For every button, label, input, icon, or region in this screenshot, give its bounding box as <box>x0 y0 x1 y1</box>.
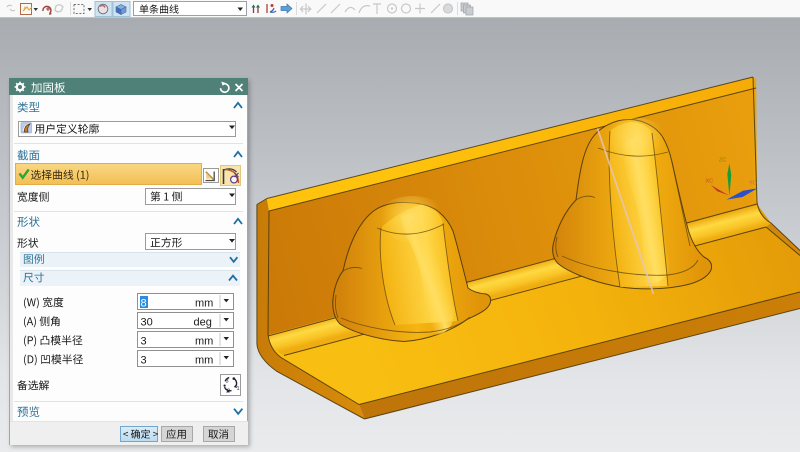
svg-text:mm: mm <box>195 298 213 310</box>
svg-text:2: 2 <box>227 389 230 395</box>
svg-text:mm: mm <box>195 336 213 348</box>
svg-text:30: 30 <box>141 317 153 329</box>
svg-text:deg: deg <box>194 317 212 329</box>
svg-text:8: 8 <box>141 298 147 310</box>
svg-text:3: 3 <box>226 379 229 385</box>
svg-text:1: 1 <box>237 386 240 392</box>
svg-text:3: 3 <box>141 336 147 348</box>
svg-text:mm: mm <box>195 355 213 367</box>
svg-text:3: 3 <box>141 355 147 367</box>
